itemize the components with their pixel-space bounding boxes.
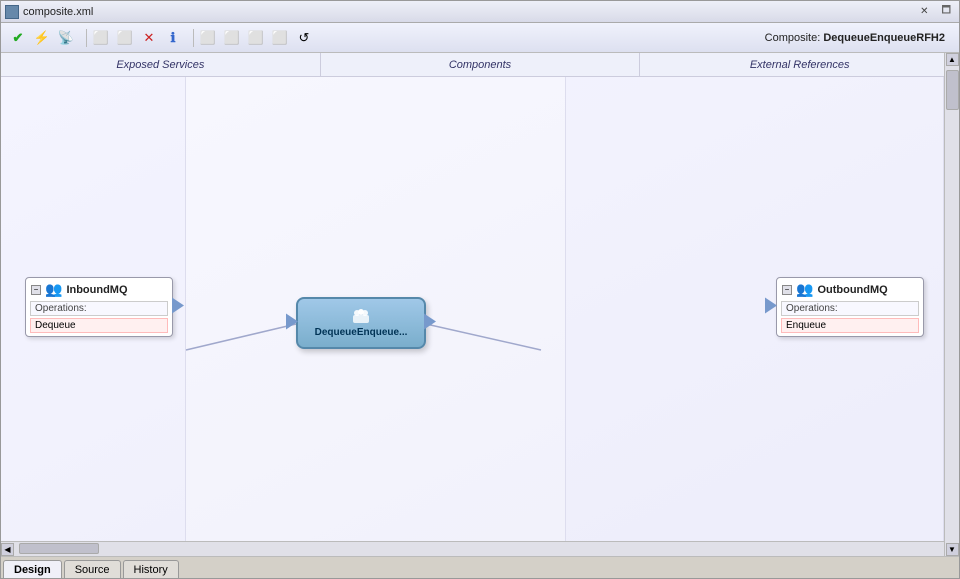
toolbar-group-edit: ⬜ ⬜ ✕ ℹ <box>90 27 184 49</box>
canvas-container: − 👥 InboundMQ Operations: Dequeue <box>1 77 959 541</box>
horizontal-scrollbar[interactable]: ◀ ▶ <box>1 541 959 556</box>
window-icon <box>5 5 19 19</box>
bottom-tabs: Design Source History <box>1 556 959 578</box>
tab-history[interactable]: History <box>123 560 179 578</box>
scroll-track-v <box>945 77 959 541</box>
outbound-collapse-button[interactable]: − <box>782 285 792 295</box>
outbound-title: OutboundMQ <box>817 284 887 296</box>
inbound-right-arrow-icon <box>172 296 184 316</box>
outbound-operation[interactable]: Enqueue <box>781 318 919 333</box>
toolbar: ✔ ⚡ 📡 ⬜ ⬜ ✕ ℹ ⬜ ⬜ ⬜ ⬜ ↺ Composite: Deque… <box>1 23 959 53</box>
toolbar-group-view: ⬜ ⬜ ⬜ ⬜ ↺ <box>197 27 315 49</box>
inbound-operation[interactable]: Dequeue <box>30 318 168 333</box>
inbound-ops-label: Operations: <box>30 301 168 316</box>
broadcast-button[interactable]: 📡 <box>55 27 77 49</box>
canvas[interactable]: − 👥 InboundMQ Operations: Dequeue <box>1 77 959 541</box>
view1-button[interactable]: ⬜ <box>197 27 219 49</box>
inbound-icon: 👥 <box>45 281 62 298</box>
view3-button[interactable]: ⬜ <box>245 27 267 49</box>
tab-source[interactable]: Source <box>64 560 121 578</box>
info-button[interactable]: ℹ <box>162 27 184 49</box>
inbound-mq-node[interactable]: − 👥 InboundMQ Operations: Dequeue <box>25 277 173 337</box>
header-external: External References <box>640 53 959 76</box>
inbound-title: InboundMQ <box>66 284 127 296</box>
toolbar-group-main: ✔ ⚡ 📡 <box>7 27 77 49</box>
main-window: composite.xml ✕ 🗖 ✔ ⚡ 📡 ⬜ ⬜ ✕ ℹ ⬜ ⬜ ⬜ ⬜ … <box>0 0 960 579</box>
center-right-arrow-icon <box>424 312 436 332</box>
view2-button[interactable]: ⬜ <box>221 27 243 49</box>
outbound-icon: 👥 <box>796 281 813 298</box>
vertical-scrollbar[interactable]: ▲ ▼ <box>944 77 959 541</box>
scroll-left-button[interactable]: ◀ <box>1 543 14 556</box>
tab-design[interactable]: Design <box>3 560 62 578</box>
outbound-mq-node[interactable]: − 👥 OutboundMQ Operations: Enqueue <box>776 277 924 337</box>
canvas-area: Exposed Services Components External Ref… <box>1 53 959 556</box>
validate-button[interactable]: ✔ <box>7 27 29 49</box>
title-bar: composite.xml ✕ 🗖 <box>1 1 959 23</box>
center-left-arrow-icon <box>286 312 298 332</box>
center-icon <box>351 309 371 325</box>
outbound-header: − 👥 OutboundMQ <box>777 278 923 301</box>
window-title: composite.xml <box>23 6 915 18</box>
scroll-thumb-v[interactable] <box>946 77 959 110</box>
header-components: Components <box>321 53 641 76</box>
window-close-button[interactable]: ✕ <box>915 4 933 19</box>
scroll-thumb-h[interactable] <box>19 543 99 554</box>
scroll-track-h <box>14 542 946 556</box>
view4-button[interactable]: ⬜ <box>269 27 291 49</box>
run-button[interactable]: ⚡ <box>31 27 53 49</box>
column-headers: Exposed Services Components External Ref… <box>1 53 959 77</box>
inbound-collapse-button[interactable]: − <box>31 285 41 295</box>
inbound-header: − 👥 InboundMQ <box>26 278 172 301</box>
delete-button[interactable]: ✕ <box>138 27 160 49</box>
window-maximize-button[interactable]: 🗖 <box>938 1 956 22</box>
refresh-button[interactable]: ↺ <box>293 27 315 49</box>
outbound-left-arrow-icon <box>765 296 777 316</box>
center-component-node[interactable]: DequeueEnqueue... <box>296 297 426 349</box>
separator-2 <box>193 29 194 47</box>
composite-label: Composite: DequeueEnqueueRFH2 <box>765 32 953 44</box>
paste-button[interactable]: ⬜ <box>114 27 136 49</box>
separator-1 <box>86 29 87 47</box>
header-exposed: Exposed Services <box>1 53 321 76</box>
outbound-ops-label: Operations: <box>781 301 919 316</box>
main-content: Exposed Services Components External Ref… <box>1 53 959 556</box>
center-title: DequeueEnqueue... <box>315 327 408 338</box>
copy-button[interactable]: ⬜ <box>90 27 112 49</box>
